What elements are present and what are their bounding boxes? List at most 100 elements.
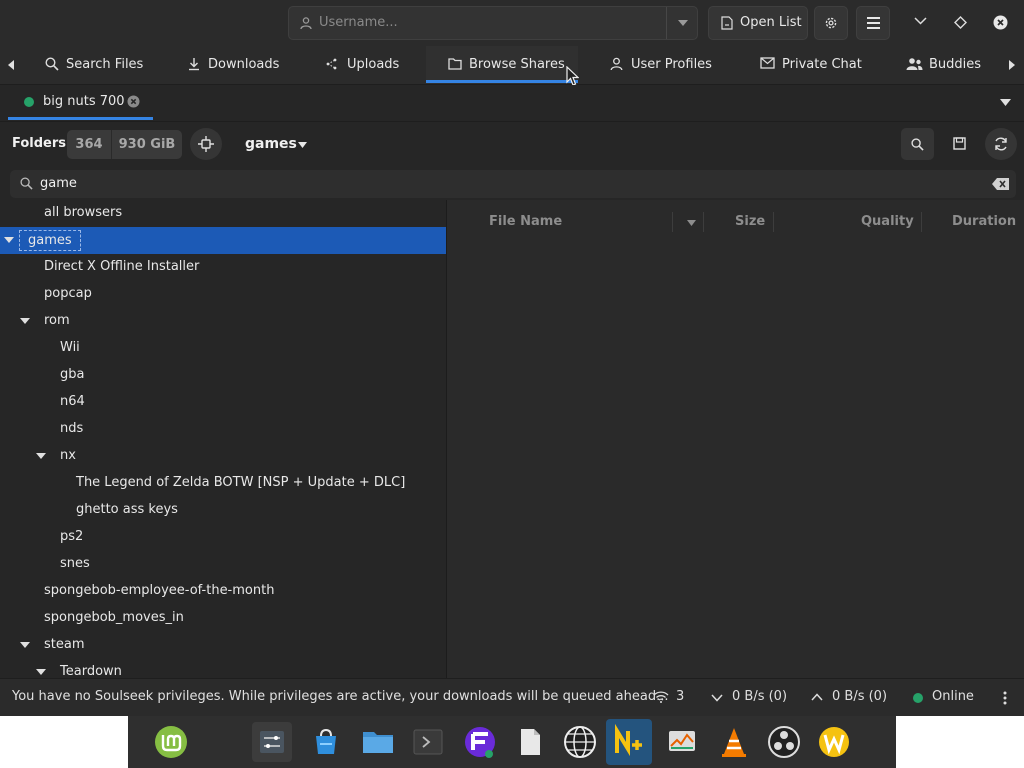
search-files-button[interactable] — [901, 128, 934, 160]
nicotine-plus-icon[interactable] — [606, 719, 652, 765]
tab-user-profiles[interactable]: User Profiles — [600, 46, 730, 84]
tab-browse-shares[interactable]: Browse Shares — [426, 46, 578, 84]
username-placeholder: Username... — [319, 15, 398, 30]
tree-row[interactable]: games — [0, 227, 446, 254]
status-dot — [24, 97, 34, 107]
tree-row[interactable]: popcap — [0, 281, 446, 308]
main-menu-button[interactable] — [856, 6, 890, 40]
user-tab[interactable]: big nuts 700 — [8, 88, 153, 117]
share-size-badge: 930 GiB — [112, 130, 182, 159]
active-user-tab-indicator — [8, 117, 153, 120]
online-status-label[interactable]: Online — [932, 689, 974, 704]
upload-speed[interactable]: 0 B/s (0) — [832, 689, 887, 704]
software-store-icon[interactable] — [306, 722, 346, 762]
open-list-button[interactable]: Open List — [708, 6, 808, 40]
tab-label: Buddies — [929, 57, 982, 72]
column-header-file-name[interactable]: File Name — [489, 214, 562, 229]
file-icon — [721, 16, 733, 30]
user-tabs-menu-icon[interactable] — [1000, 99, 1011, 106]
terminal-icon[interactable] — [408, 722, 448, 762]
more-options-icon[interactable] — [1003, 691, 1007, 705]
close-icon[interactable] — [993, 15, 1008, 30]
tree-row-label: n64 — [60, 394, 85, 409]
user-tab-bar — [0, 85, 1024, 122]
close-tab-icon[interactable] — [127, 95, 140, 108]
tab-search-files[interactable]: Search Files — [30, 46, 160, 84]
tree-row-label: ps2 — [60, 529, 84, 544]
tab-downloads[interactable]: Downloads — [175, 46, 295, 84]
tree-row[interactable]: steam — [0, 632, 446, 659]
chevron-down-icon[interactable] — [678, 20, 688, 26]
file-list: File Name Size Quality Duration — [447, 200, 1024, 678]
tab-uploads[interactable]: Uploads — [315, 46, 420, 84]
column-header-quality[interactable]: Quality — [861, 214, 914, 229]
status-message: You have no Soulseek privileges. While p… — [12, 689, 669, 704]
tree-row[interactable]: ps2 — [0, 524, 446, 551]
minimize-icon[interactable] — [914, 17, 927, 25]
tree-row-label: popcap — [44, 286, 92, 301]
tree-row[interactable]: spongebob-employee-of-the-month — [0, 578, 446, 605]
warpinator-icon[interactable] — [814, 722, 854, 762]
open-list-label: Open List — [740, 15, 802, 30]
tree-row[interactable]: The Legend of Zelda BOTW [NSP + Update +… — [0, 470, 446, 497]
username-combobox[interactable]: Username... — [288, 6, 698, 40]
expander-icon[interactable] — [4, 237, 14, 243]
tree-row[interactable]: gba — [0, 362, 446, 389]
refresh-button[interactable] — [985, 128, 1017, 160]
wifi-icon — [653, 690, 669, 703]
crosshair-icon — [198, 136, 214, 152]
tree-row[interactable]: spongebob_moves_in — [0, 605, 446, 632]
expander-icon[interactable] — [36, 453, 46, 459]
tree-row[interactable]: rom — [0, 308, 446, 335]
tree-row[interactable]: Teardown — [0, 659, 446, 678]
current-folder-dropdown[interactable]: games — [236, 128, 316, 160]
tree-row[interactable]: nx — [0, 443, 446, 470]
vlc-icon[interactable] — [714, 722, 754, 762]
column-header-size[interactable]: Size — [735, 214, 765, 229]
sort-chevron-icon[interactable] — [687, 220, 696, 226]
tree-row[interactable]: Direct X Offline Installer — [0, 254, 446, 281]
search-icon — [911, 138, 924, 151]
expander-icon[interactable] — [36, 669, 46, 675]
folder-count-badge: 364 — [67, 130, 112, 159]
tabs-scroll-right-icon[interactable] — [1009, 60, 1015, 70]
system-monitor-icon[interactable] — [662, 722, 702, 762]
clear-input-icon[interactable] — [992, 178, 1009, 190]
expander-icon[interactable] — [20, 318, 30, 324]
mint-menu-icon[interactable] — [151, 722, 191, 762]
tree-row[interactable]: ghetto ass keys — [0, 497, 446, 524]
folder-filter-input[interactable]: game — [10, 170, 1016, 198]
expand-toggle-button[interactable] — [190, 128, 222, 160]
header-bar: Username... Open List — [0, 0, 1024, 46]
system-settings-icon[interactable] — [252, 722, 292, 762]
maximize-icon[interactable] — [954, 16, 967, 29]
file-manager-icon[interactable] — [358, 722, 398, 762]
expander-icon[interactable] — [20, 642, 30, 648]
tree-row[interactable]: snes — [0, 551, 446, 578]
obs-studio-icon[interactable] — [764, 722, 804, 762]
tab-label: User Profiles — [631, 57, 712, 72]
tabs-scroll-left-icon[interactable] — [8, 60, 14, 70]
tree-row[interactable]: Wii — [0, 335, 446, 362]
download-speed[interactable]: 0 B/s (0) — [732, 689, 787, 704]
freetube-icon[interactable] — [460, 722, 500, 762]
tree-row[interactable]: nds — [0, 416, 446, 443]
tree-row-label: steam — [44, 637, 85, 652]
save-button[interactable] — [948, 128, 972, 160]
tree-row[interactable]: n64 — [0, 389, 446, 416]
search-icon — [45, 57, 59, 71]
online-status-dot — [913, 693, 923, 703]
tree-row[interactable]: all browsers — [0, 200, 446, 227]
web-browser-icon[interactable] — [560, 722, 600, 762]
tree-row-label: snes — [60, 556, 90, 571]
tab-label: Downloads — [208, 57, 280, 72]
chevron-up-icon — [811, 693, 823, 701]
connection-count[interactable]: 3 — [676, 689, 684, 704]
settings-button[interactable] — [814, 6, 848, 40]
upload-icon — [325, 57, 339, 71]
column-header-duration[interactable]: Duration — [952, 214, 1016, 229]
tab-private-chat[interactable]: Private Chat — [750, 46, 880, 84]
document-icon[interactable] — [510, 722, 550, 762]
tab-buddies[interactable]: Buddies — [895, 46, 995, 84]
current-folder-label: games — [245, 136, 297, 152]
